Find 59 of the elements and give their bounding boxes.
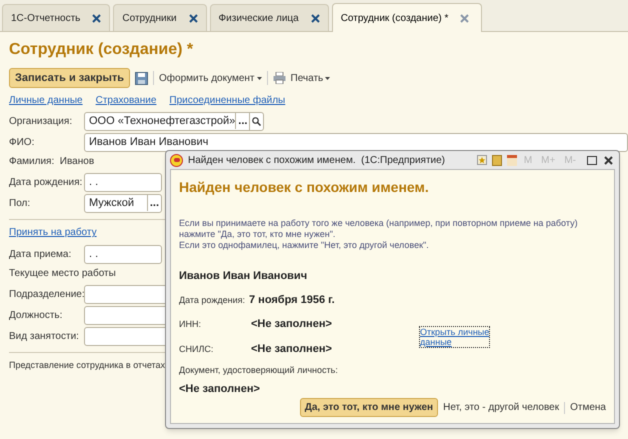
create-document-button[interactable]: Оформить документ — [159, 70, 262, 86]
save-close-button[interactable]: Записать и закрыть — [9, 68, 130, 88]
logo-icon — [170, 154, 183, 166]
report-name-label: Представление сотрудника в отчетах — [9, 359, 166, 372]
message-text: нажмите "Да, это тот, кто мне нужен". — [179, 229, 336, 240]
section-link[interactable]: Личные данные — [9, 93, 83, 108]
cancel-button[interactable]: Отмена — [570, 400, 606, 415]
field-value: <Не заполнен> — [251, 342, 332, 356]
confirm-button[interactable]: Да, это тот, кто мне нужен — [300, 398, 438, 417]
close-icon[interactable] — [310, 14, 320, 22]
tab[interactable]: Сотрудник (создание) * — [332, 3, 482, 32]
close-icon[interactable] — [188, 14, 198, 22]
field-label: СНИЛС: — [179, 342, 214, 356]
field-value: <Не заполнен> — [251, 317, 332, 332]
field-label: Дата приема: — [9, 248, 72, 262]
section-label: Текущее место работы — [9, 267, 116, 281]
birth-date-value: 7 ноября 1956 г. — [249, 292, 335, 308]
message-text: Если вы принимаете на работу того же человека (например, при повторном приеме на работу) — [179, 218, 579, 229]
other-person-button[interactable]: Нет, это - другой человек — [443, 400, 560, 415]
field-label: Документ, удостоверяющий личность: — [179, 364, 339, 377]
dialog-title: Найден человек с похожим именем. (1С:Предприятие) — [188, 154, 446, 168]
section-link[interactable]: Страхование — [96, 93, 156, 108]
hire-link[interactable]: Принять на работу — [9, 225, 97, 240]
caret-icon — [325, 76, 330, 80]
form-title: Сотрудник (создание) * — [9, 40, 194, 60]
field-label: ФИО: — [9, 136, 36, 150]
message-text: Если это однофамилец, нажмите "Нет, это другой человек". — [179, 240, 430, 251]
surname-text: Фамилия: Иванов — [9, 155, 94, 169]
field-label: Дата рождения: — [179, 294, 245, 307]
print-button[interactable]: Печать — [290, 70, 330, 86]
field-label: Пол: — [9, 196, 32, 210]
field-label: Должность: — [9, 308, 64, 322]
tab[interactable]: Физические лица — [210, 4, 329, 31]
field-label: Организация: — [9, 114, 74, 128]
tab[interactable]: 1С-Отчетность — [2, 4, 110, 31]
open-personal-data-link[interactable]: Открыть личные данные — [419, 326, 490, 348]
close-icon[interactable] — [604, 156, 613, 164]
person-name: Иванов Иван Иванович — [179, 269, 308, 284]
caret-icon — [256, 76, 262, 80]
birth-date-field[interactable]: . . — [84, 172, 162, 192]
close-icon[interactable] — [92, 14, 102, 22]
tab[interactable]: Сотрудники — [113, 4, 207, 31]
field-label: Дата рождения: — [9, 176, 80, 190]
field-label: ИНН: — [179, 318, 202, 331]
field-label: Вид занятости: — [9, 330, 80, 344]
section-link[interactable]: Присоединенные файлы — [169, 93, 286, 108]
search-icon[interactable] — [252, 116, 262, 126]
field-value: <Не заполнен> — [179, 382, 261, 396]
organization-field[interactable]: ООО «Технонефтегазстрой» ... — [84, 112, 264, 130]
maximize-icon[interactable] — [587, 156, 597, 164]
dialog-heading: Найден человек с похожим именем. — [179, 178, 430, 197]
select-button[interactable]: ... — [146, 194, 161, 212]
hire-date-field[interactable]: . . — [84, 244, 162, 264]
save-icon[interactable] — [135, 72, 148, 84]
calendar-icon[interactable] — [506, 154, 517, 166]
fio-field[interactable]: Иванов Иван Иванович — [84, 132, 628, 152]
printer-icon[interactable] — [272, 72, 286, 84]
gender-field[interactable]: Мужской ... — [84, 194, 162, 212]
select-button[interactable]: ... — [235, 112, 250, 130]
